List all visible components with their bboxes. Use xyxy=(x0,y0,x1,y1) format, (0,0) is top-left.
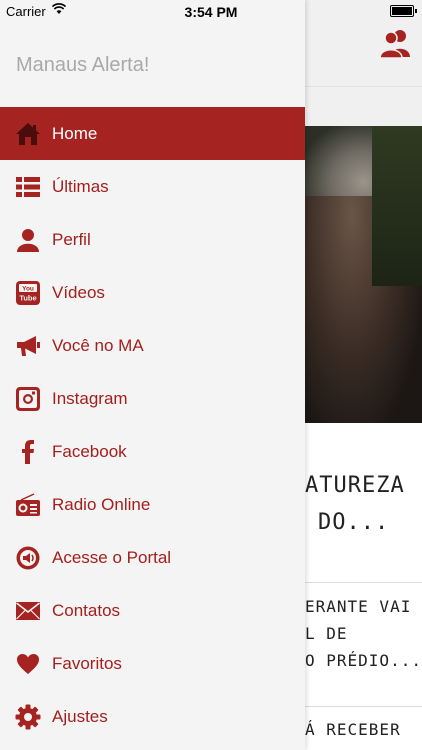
home-icon xyxy=(14,120,42,148)
clock: 3:54 PM xyxy=(184,4,238,20)
menu-item-contatos[interactable]: Contatos xyxy=(0,584,305,637)
list-icon xyxy=(14,173,42,201)
menu-item-label: Últimas xyxy=(52,176,109,196)
menu-item-label: Favoritos xyxy=(52,653,122,673)
menu-item-label: Ajustes xyxy=(52,706,108,726)
menu-item-facebook[interactable]: Facebook xyxy=(0,425,305,478)
portal-icon xyxy=(14,544,42,572)
menu-item-radio-online[interactable]: Radio Online xyxy=(0,478,305,531)
svg-text:Tube: Tube xyxy=(19,294,36,303)
article2-line-1[interactable]: ERANTE VAI xyxy=(305,597,411,616)
menu-item-label: Facebook xyxy=(52,441,127,461)
battery-icon xyxy=(390,5,417,17)
article2-line-2[interactable]: L DE xyxy=(305,624,348,643)
users-icon[interactable] xyxy=(378,28,414,58)
menu-item-favoritos[interactable]: Favoritos xyxy=(0,637,305,690)
menu-item-acesse-o-portal[interactable]: Acesse o Portal xyxy=(0,531,305,584)
app-title: Manaus Alerta! xyxy=(16,54,150,76)
menu-item-label: Contatos xyxy=(52,600,121,620)
menu-item-label: Vídeos xyxy=(52,282,105,302)
menu-item-ajustes[interactable]: Ajustes xyxy=(0,690,305,743)
article-headline-line-1[interactable]: ATUREZA xyxy=(305,473,405,498)
menu-item-label: Acesse o Portal xyxy=(52,547,172,567)
menu-item-videos[interactable]: You Tube Vídeos xyxy=(0,266,305,319)
user-icon xyxy=(14,226,42,254)
mail-icon xyxy=(14,597,42,625)
heart-icon xyxy=(14,650,42,678)
gear-icon xyxy=(14,703,42,731)
article-headline-line-2[interactable]: DO... xyxy=(318,510,389,535)
menu-item-label: Você no MA xyxy=(52,335,144,355)
megaphone-icon xyxy=(14,332,42,360)
menu-item-voce-no-ma[interactable]: Você no MA xyxy=(0,319,305,372)
menu-item-home[interactable]: Home xyxy=(0,107,305,160)
menu-item-label: Radio Online xyxy=(52,494,151,514)
side-drawer: Manaus Alerta! Home Últimas Perfil You Tu… xyxy=(0,0,305,750)
radio-icon xyxy=(14,491,42,519)
svg-text:You: You xyxy=(22,286,34,293)
youtube-icon: You Tube xyxy=(14,279,42,307)
article-photo[interactable] xyxy=(305,126,422,423)
drawer-menu: Home Últimas Perfil You Tube Vídeos Você … xyxy=(0,107,305,743)
instagram-icon xyxy=(14,385,42,413)
article2-line-3[interactable]: O PRÉDIO... xyxy=(305,651,422,670)
menu-item-label: Perfil xyxy=(52,229,91,249)
status-bar: Carrier 3:54 PM xyxy=(0,0,422,22)
menu-item-label: Instagram xyxy=(52,388,128,408)
menu-item-instagram[interactable]: Instagram xyxy=(0,372,305,425)
menu-item-label: Home xyxy=(52,123,98,143)
facebook-icon xyxy=(14,438,42,466)
menu-item-ultimas[interactable]: Últimas xyxy=(0,160,305,213)
menu-item-perfil[interactable]: Perfil xyxy=(0,213,305,266)
article3-line-1[interactable]: Á RECEBER xyxy=(305,720,401,739)
